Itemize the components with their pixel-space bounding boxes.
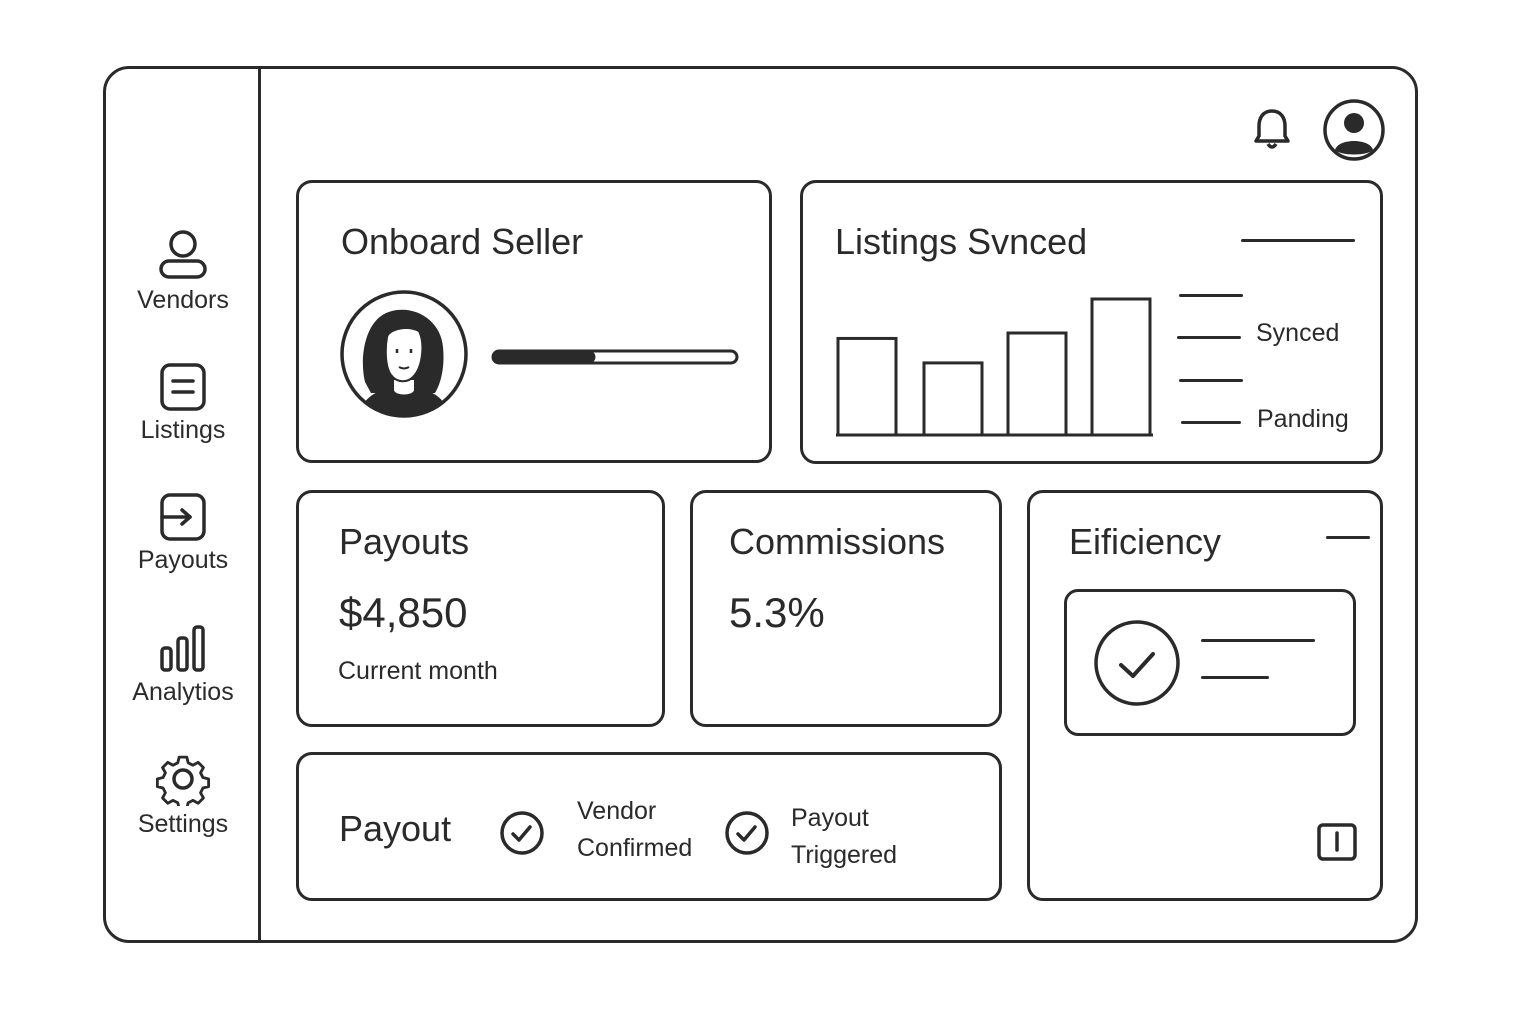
sidebar-item-label: Payouts — [137, 546, 229, 574]
progress-fill — [493, 351, 596, 363]
sidebar-item-vendors[interactable]: Vendors — [118, 228, 248, 315]
commissions-card[interactable]: Commissions 5.3% — [690, 490, 1002, 727]
card-menu-line — [1241, 239, 1355, 242]
bar-chart-icon — [160, 625, 205, 672]
chart-bar — [836, 336, 898, 437]
sidebar-item-analytics[interactable]: Analytios — [118, 624, 248, 707]
payout-steps-card[interactable]: Payout Vendor Confirmed Payout Triggered — [296, 752, 1002, 901]
sidebar-item-label: Analytios — [132, 678, 234, 706]
step-line: Triggered — [791, 841, 898, 869]
legend-line — [1179, 379, 1243, 382]
efficiency-status-box — [1064, 589, 1356, 736]
chart-bar — [922, 361, 984, 437]
gear-icon — [156, 755, 210, 806]
step-line: Confirmed — [577, 834, 693, 862]
user-icon — [159, 230, 207, 279]
chart-bar — [1006, 331, 1068, 437]
payout-icon — [160, 493, 206, 541]
notifications-button[interactable] — [1252, 106, 1292, 157]
listings-synced-card[interactable]: Listings Svnced Synced Panding — [800, 180, 1383, 464]
card-title: Commissions — [729, 521, 946, 562]
status-text-line — [1201, 639, 1315, 642]
seller-avatar — [340, 290, 468, 418]
legend-line-synced — [1177, 336, 1241, 339]
efficiency-card[interactable]: Eificiency — [1027, 490, 1383, 901]
step-line: Vendor — [577, 797, 657, 825]
avatar-icon — [1323, 99, 1385, 161]
status-text-line — [1201, 676, 1269, 679]
onboard-progress-bar — [491, 349, 739, 365]
chart-bar — [1090, 297, 1152, 437]
legend-line-pending — [1181, 421, 1241, 424]
commissions-value: 5.3% — [729, 589, 825, 636]
profile-button[interactable] — [1322, 98, 1386, 167]
card-title: Payouts — [339, 521, 470, 562]
sidebar-item-listings[interactable]: Listings — [118, 362, 248, 445]
listings-bar-chart — [836, 297, 1153, 437]
legend-label-pending: Panding — [1257, 405, 1349, 433]
document-icon — [160, 363, 206, 411]
card-title: Onboard Seller — [341, 221, 584, 262]
onboard-seller-card[interactable]: Onboard Seller — [296, 180, 772, 463]
payouts-caption: Current month — [338, 657, 498, 685]
sidebar-divider — [258, 66, 261, 943]
sidebar-item-label: Vendors — [137, 286, 229, 314]
sidebar-item-label: Listings — [140, 416, 226, 444]
step-vendor-confirmed: Vendor Confirmed — [577, 793, 692, 867]
card-title: Listings Svnced — [835, 221, 1088, 262]
legend-label-synced: Synced — [1256, 319, 1340, 347]
card-title: Eificiency — [1069, 521, 1222, 562]
sidebar-item-payouts[interactable]: Payouts — [118, 492, 248, 575]
check-circle-icon — [1094, 620, 1180, 706]
bell-icon — [1254, 109, 1290, 149]
check-circle-icon — [725, 811, 769, 855]
payouts-value: $4,850 — [339, 589, 468, 636]
legend-line — [1179, 294, 1243, 297]
sidebar-item-label: Settings — [137, 810, 229, 838]
check-circle-icon — [500, 811, 544, 855]
info-icon[interactable] — [1317, 823, 1357, 861]
payouts-card[interactable]: Payouts $4,850 Current month — [296, 490, 665, 727]
card-title: Payout — [339, 808, 452, 849]
step-line: Payout — [791, 804, 869, 832]
step-payout-triggered: Payout Triggered — [791, 800, 897, 874]
sidebar-item-settings[interactable]: Settings — [118, 752, 248, 839]
card-menu-line — [1326, 536, 1370, 539]
